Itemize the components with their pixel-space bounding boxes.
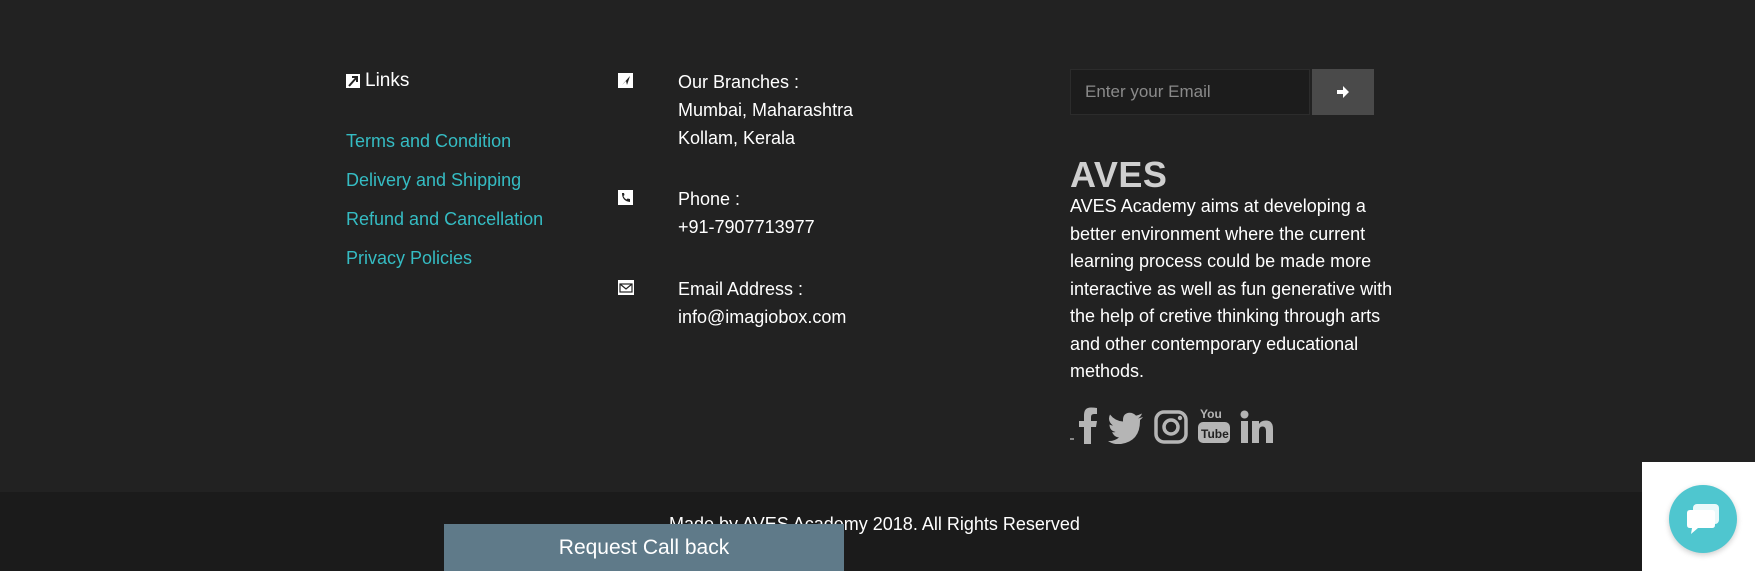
svg-text:Tube: Tube xyxy=(1201,427,1229,441)
about-description: AVES Academy aims at developing a better… xyxy=(1070,196,1393,381)
chat-button[interactable] xyxy=(1669,485,1737,553)
branches-label: Our Branches : xyxy=(678,72,800,92)
links-heading-label: Links xyxy=(365,70,410,91)
phone-number[interactable]: +91-7907713977 xyxy=(678,213,815,241)
svg-text:You: You xyxy=(1200,407,1222,421)
twitter-icon[interactable] xyxy=(1108,412,1144,444)
phone-icon xyxy=(618,190,633,205)
phone-label: Phone : xyxy=(678,189,741,209)
links-heading: Links xyxy=(346,70,586,92)
link-refund-and-cancellation[interactable]: Refund and Cancellation xyxy=(346,208,543,230)
link-privacy-policies[interactable]: Privacy Policies xyxy=(346,247,472,269)
email-subscribe-input[interactable] xyxy=(1070,69,1310,115)
link-terms-and-condition[interactable]: Terms and Condition xyxy=(346,130,511,152)
about-section: AVES AVES Academy aims at developing a b… xyxy=(1070,69,1404,444)
links-list: Terms and Condition Delivery and Shippin… xyxy=(346,130,543,286)
email-address[interactable]: info@imagiobox.com xyxy=(678,303,846,331)
external-link-icon xyxy=(346,74,360,88)
youtube-icon[interactable]: You Tube xyxy=(1198,406,1230,444)
brand-name: AVES xyxy=(1070,154,1168,195)
link-delivery-and-shipping[interactable]: Delivery and Shipping xyxy=(346,169,521,191)
branch-kollam: Kollam, Kerala xyxy=(678,128,796,148)
linkedin-icon[interactable] xyxy=(1240,410,1274,444)
divider-dot xyxy=(1070,438,1074,440)
request-callback-button[interactable]: Request Call back xyxy=(444,524,844,571)
subscribe-button[interactable] xyxy=(1312,69,1374,115)
facebook-icon[interactable] xyxy=(1078,406,1098,444)
newsletter-form xyxy=(1070,69,1404,115)
location-arrow-icon xyxy=(618,73,633,88)
email-label: Email Address : xyxy=(678,279,804,299)
social-links: You Tube xyxy=(1070,406,1284,444)
branch-mumbai: Mumbai, Maharashtra xyxy=(678,100,854,120)
envelope-icon xyxy=(618,280,634,295)
chat-bubble-icon xyxy=(1687,504,1719,534)
instagram-icon[interactable] xyxy=(1154,410,1188,444)
links-section: Links Terms and Condition Delivery and S… xyxy=(346,70,586,268)
footer-main xyxy=(0,0,1755,492)
arrow-right-icon xyxy=(1337,86,1349,98)
